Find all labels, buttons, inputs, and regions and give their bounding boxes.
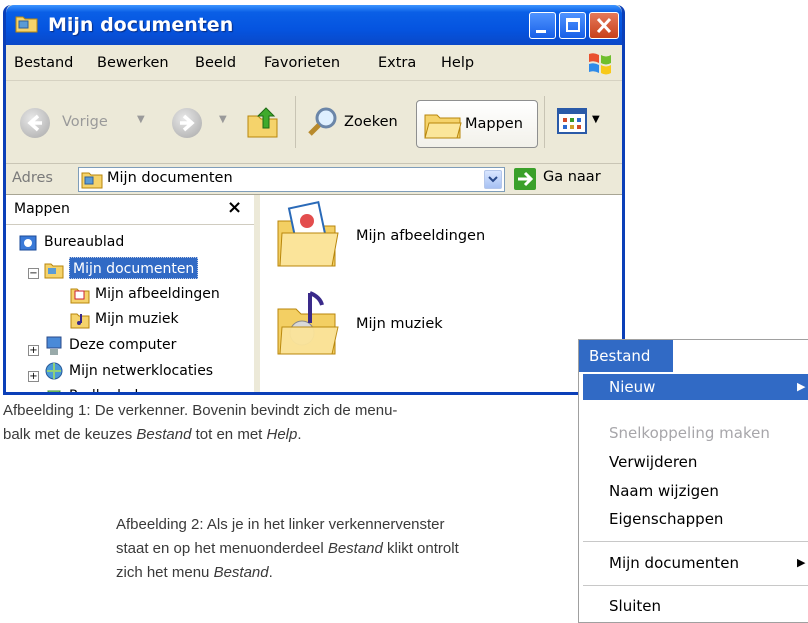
toolbar-separator <box>295 96 296 148</box>
go-arrow-icon <box>514 168 536 190</box>
back-arrow-icon <box>20 108 50 138</box>
forward-button[interactable]: ▼ <box>166 102 236 142</box>
minimize-button[interactable] <box>529 12 556 39</box>
folders-pane-title: Mappen <box>14 201 70 217</box>
forward-arrow-icon <box>172 108 202 138</box>
menu-help[interactable]: Help <box>441 55 474 71</box>
folder-icon <box>44 263 64 279</box>
file-label: Mijn muziek <box>356 316 443 332</box>
menu-extra[interactable]: Extra <box>378 55 416 71</box>
menu-separator <box>583 541 808 542</box>
collapse-icon[interactable]: − <box>28 268 39 279</box>
back-button[interactable]: Vorige ▼ <box>14 102 164 142</box>
expand-icon[interactable]: + <box>28 371 39 382</box>
menu-bestand[interactable]: Bestand <box>14 55 73 71</box>
caption-2-line-2: staat en op het menuonderdeel Bestand kl… <box>116 540 459 557</box>
tree-label: Mijn netwerklocaties <box>69 363 214 379</box>
views-icon <box>557 108 587 134</box>
pictures-folder-icon <box>277 201 339 267</box>
menu-item-nieuw[interactable]: Nieuw <box>609 378 655 396</box>
back-label: Vorige <box>62 114 108 130</box>
address-label: Adres <box>12 170 53 186</box>
maximize-button[interactable] <box>559 12 586 39</box>
submenu-arrow-icon: ▶ <box>797 556 806 569</box>
views-button[interactable]: ▼ <box>556 107 616 139</box>
toolbar-separator <box>544 96 545 148</box>
folder-icon <box>424 114 462 139</box>
tree-label: Deze computer <box>69 337 177 353</box>
folder-icon <box>81 172 103 189</box>
chevron-down-icon: ▼ <box>137 114 145 125</box>
close-icon <box>596 17 612 34</box>
menu-item-naam-wijzigen[interactable]: Naam wijzigen <box>609 482 719 500</box>
submenu-arrow-icon: ▶ <box>797 380 806 393</box>
folders-pane-header: Mappen × <box>6 195 254 225</box>
menu-bar: Bestand Bewerken Beeld Favorieten Extra … <box>6 45 622 81</box>
maximize-icon <box>566 18 580 32</box>
caption-1-line-1: Afbeelding 1: De verkenner. Bovenin bevi… <box>3 402 398 419</box>
tree-label: Mijn afbeeldingen <box>95 286 220 302</box>
menu-item-mijn-documenten[interactable]: Mijn documenten <box>609 554 739 572</box>
tree-label: Bureaublad <box>44 234 125 250</box>
address-dropdown-button[interactable] <box>484 170 502 189</box>
menu-separator <box>583 585 808 586</box>
music-folder-icon <box>277 291 339 355</box>
minimize-icon <box>536 30 546 33</box>
chevron-down-icon <box>488 176 498 183</box>
file-item-mijn-afbeeldingen[interactable]: Mijn afbeeldingen <box>274 199 514 279</box>
menu-item-eigenschappen[interactable]: Eigenschappen <box>609 510 723 528</box>
go-button[interactable]: Ga naar <box>511 167 621 192</box>
close-button[interactable] <box>589 12 619 39</box>
menu-beeld[interactable]: Beeld <box>195 55 236 71</box>
up-folder-button[interactable] <box>244 102 286 144</box>
folder-up-icon <box>247 107 278 138</box>
music-folder-icon <box>70 313 90 329</box>
file-item-mijn-muziek[interactable]: Mijn muziek <box>274 287 474 367</box>
search-label: Zoeken <box>344 114 398 130</box>
chevron-down-icon: ▼ <box>592 114 600 125</box>
menu-item-verwijderen[interactable]: Verwijderen <box>609 453 697 471</box>
file-menu: Bestand Nieuw ▶ Snelkoppeling maken Verw… <box>578 339 808 623</box>
search-icon <box>308 107 337 136</box>
desktop-icon <box>19 235 37 251</box>
recycle-bin-icon <box>47 390 61 392</box>
close-pane-icon[interactable]: × <box>227 197 242 218</box>
pictures-folder-icon <box>70 288 90 304</box>
go-label: Ga naar <box>543 169 601 185</box>
title-bar[interactable]: Mijn documenten <box>6 5 622 45</box>
file-label: Mijn afbeeldingen <box>356 228 486 244</box>
explorer-window: Mijn documenten Bestand Bewerken Beeld F… <box>3 5 625 395</box>
computer-icon <box>46 336 62 355</box>
folders-button[interactable]: Mappen <box>416 100 538 148</box>
folders-label: Mappen <box>465 116 523 132</box>
search-button[interactable]: Zoeken <box>304 102 410 142</box>
address-field[interactable]: Mijn documenten <box>78 167 505 192</box>
tree-label: Mijn muziek <box>95 311 179 327</box>
windows-logo-icon <box>589 53 611 75</box>
caption-2: Afbeelding 2: Als je in het linker verke… <box>116 513 459 585</box>
address-value: Mijn documenten <box>107 170 233 186</box>
caption-2-line-3: zich het menu Bestand. <box>116 564 273 581</box>
caption-2-line-1: Afbeelding 2: Als je in het linker verke… <box>116 516 445 533</box>
address-bar: Adres Mijn documenten Ga naar <box>6 164 622 195</box>
file-menu-header[interactable]: Bestand <box>579 340 673 372</box>
menu-bewerken[interactable]: Bewerken <box>97 55 169 71</box>
tree-label: Prullenbak <box>69 385 143 392</box>
folders-pane: Mappen × Bureaublad − Mijn documenten Mi… <box>6 195 260 392</box>
content-area: Mappen × Bureaublad − Mijn documenten Mi… <box>6 195 622 392</box>
chevron-down-icon: ▼ <box>219 114 227 125</box>
menu-item-snelkoppeling: Snelkoppeling maken <box>609 424 770 442</box>
menu-favorieten[interactable]: Favorieten <box>264 55 340 71</box>
folder-icon <box>15 16 38 33</box>
caption-1: Afbeelding 1: De verkenner. Bovenin bevi… <box>3 399 397 447</box>
toolbar: Vorige ▼ ▼ Zoeken Mappen ▼ <box>6 82 622 164</box>
expand-icon[interactable]: + <box>28 345 39 356</box>
caption-1-line-2: balk met de keuzes Bestand tot en met He… <box>3 426 302 443</box>
window-title: Mijn documenten <box>48 14 234 36</box>
menu-item-sluiten[interactable]: Sluiten <box>609 597 661 615</box>
network-icon <box>45 362 63 380</box>
tree-label: Mijn documenten <box>69 257 199 279</box>
